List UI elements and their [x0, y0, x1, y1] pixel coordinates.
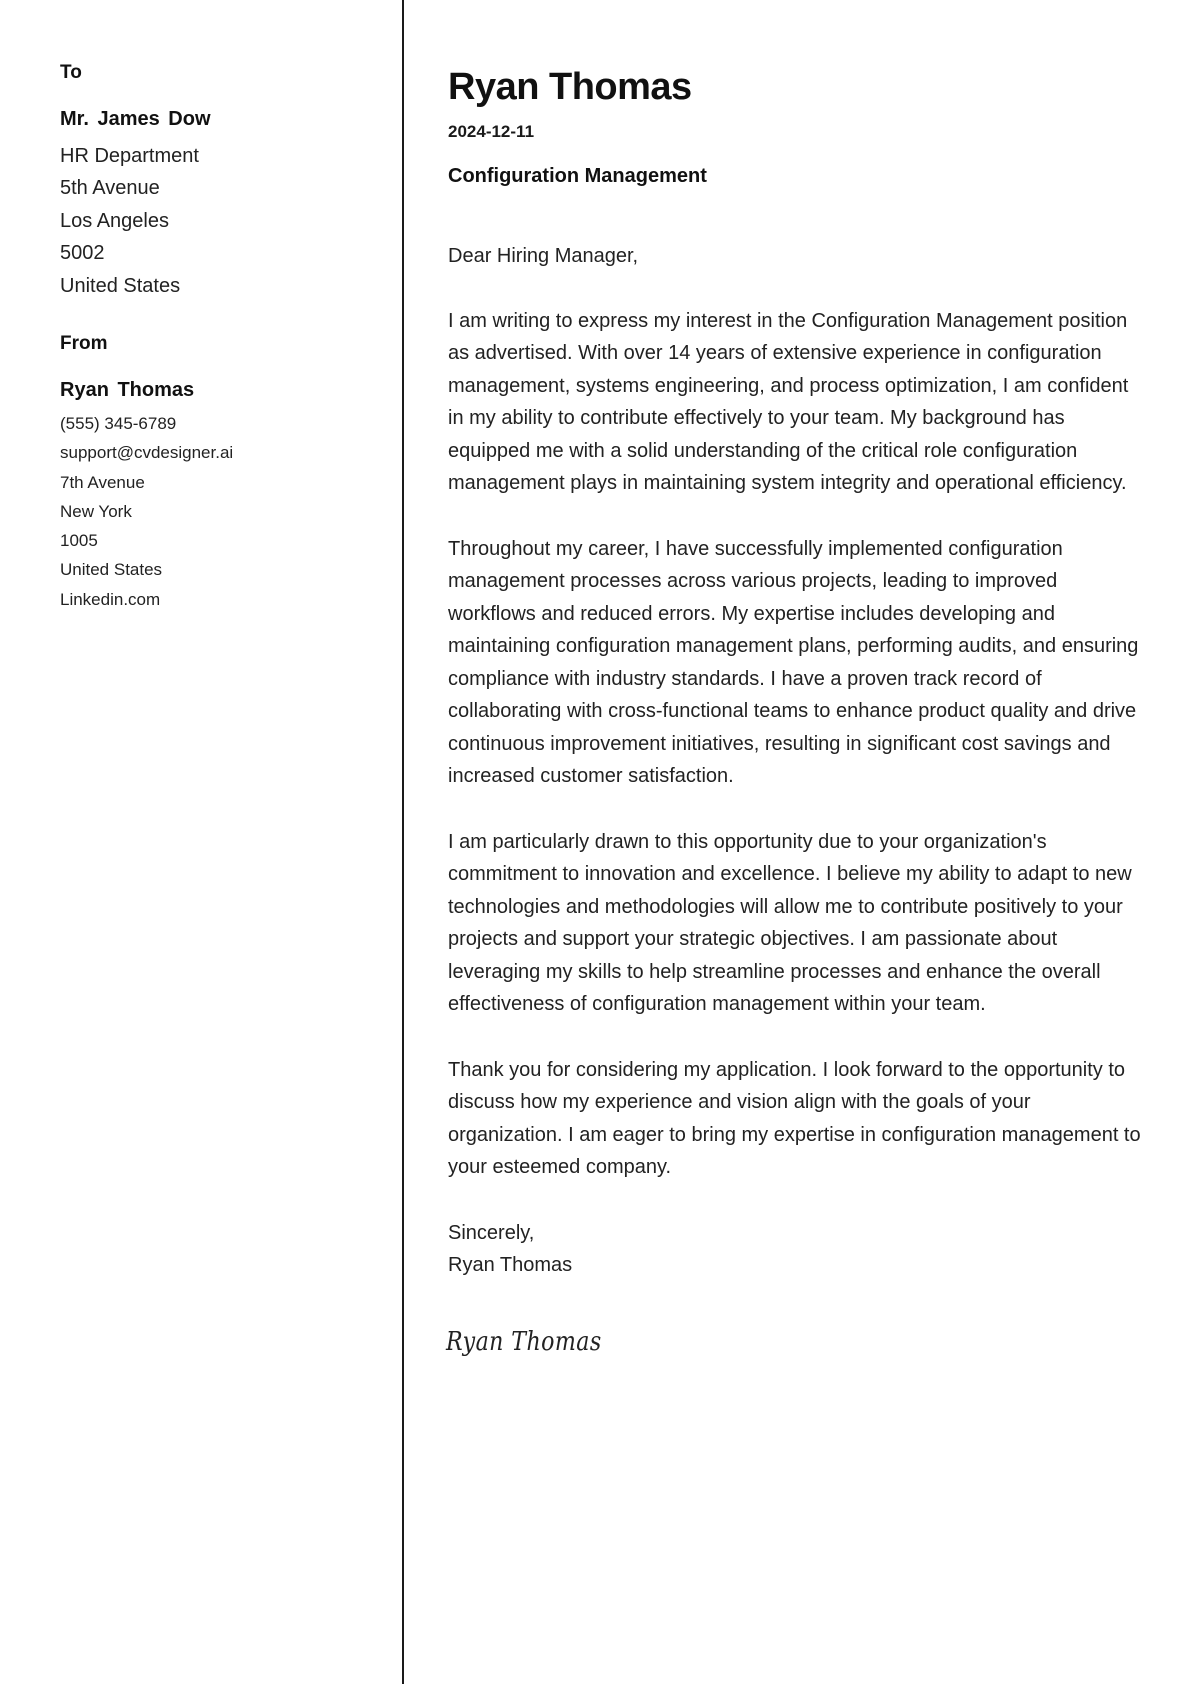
letter-date: 2024-12-11 — [448, 122, 535, 141]
closing: Sincerely, — [448, 1221, 535, 1244]
letter-content: Dear Hiring Manager, I am writing to exp… — [448, 240, 1148, 1282]
recipient-postal-code: 5002 — [60, 242, 105, 265]
paragraph-1: I am writing to express my interest in t… — [448, 309, 1129, 495]
sender-postal-code: 1005 — [60, 531, 98, 551]
salutation: Dear Hiring Manager, — [448, 245, 639, 267]
from-section-label: From — [60, 333, 108, 354]
sender-name: Ryan Thomas — [60, 379, 195, 401]
letter-subject: Configuration Management — [448, 165, 707, 187]
recipient-name: Mr. James Dow — [60, 108, 211, 130]
recipient-address: HR Department 5th Avenue Los Angeles 500… — [60, 140, 199, 302]
sender-city: New York — [60, 501, 132, 521]
sender-website: Linkedin.com — [60, 589, 161, 609]
paragraph-4: Thank you for considering my application… — [448, 1058, 1141, 1179]
closing-name: Ryan Thomas — [448, 1254, 573, 1276]
sender-contact: (555) 345-6789 support@cvdesigner.ai 7th… — [60, 409, 233, 614]
sender-country: United States — [60, 560, 163, 580]
sender-phone: (555) 345-6789 — [60, 414, 177, 433]
sender-email: support@cvdesigner.ai — [60, 443, 234, 463]
paragraph-3: I am particularly drawn to this opportun… — [448, 830, 1132, 1016]
to-section-label: To — [60, 62, 82, 83]
column-divider — [402, 0, 404, 1684]
sender-street: 7th Avenue — [60, 472, 145, 492]
signature: Ryan Thomas — [446, 1327, 602, 1357]
recipient-country: United States — [60, 274, 181, 297]
author-name-heading: Ryan Thomas — [448, 66, 692, 108]
recipient-department: HR Department — [60, 145, 199, 167]
paragraph-2: Throughout my career, I have successfull… — [448, 537, 1139, 788]
recipient-street: 5th Avenue — [60, 177, 160, 200]
sidebar: To Mr. James Dow HR Department 5th Avenu… — [0, 0, 402, 1684]
recipient-city: Los Angeles — [60, 209, 169, 232]
